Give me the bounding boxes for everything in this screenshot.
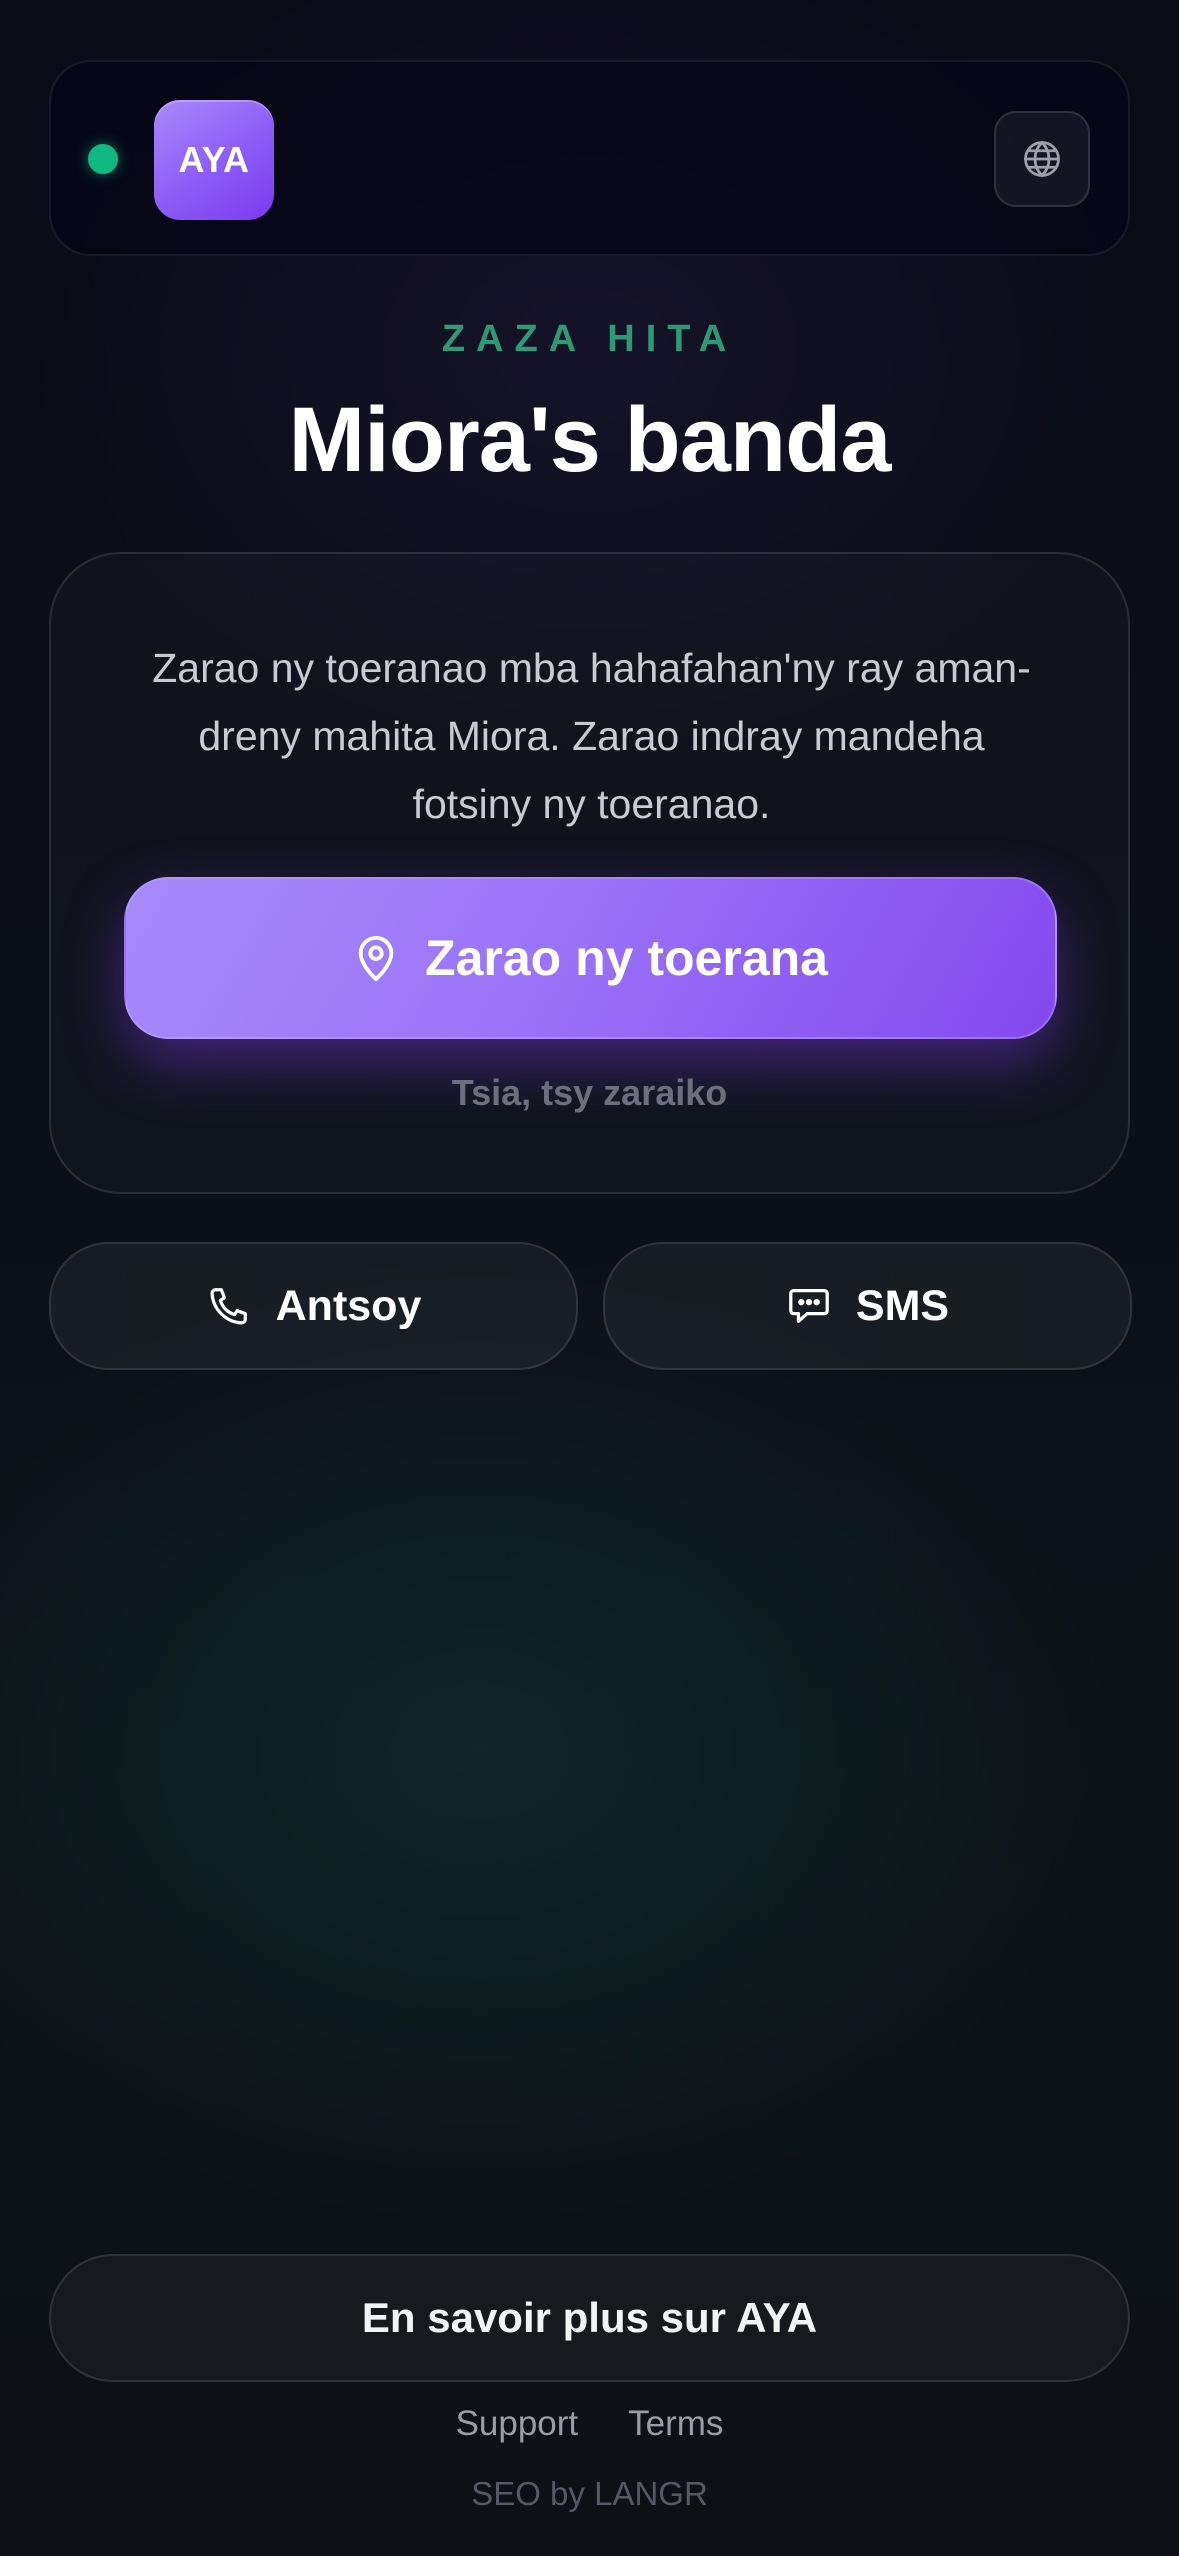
share-location-button[interactable]: Zarao ny toerana <box>124 877 1057 1039</box>
sms-button[interactable]: SMS <box>603 1242 1132 1370</box>
phone-icon <box>206 1283 252 1329</box>
terms-link[interactable]: Terms <box>628 2404 723 2444</box>
top-bar: AYA <box>49 60 1130 256</box>
share-location-card: Zarao ny toeranao mba hahafahan'ny ray a… <box>49 552 1130 1194</box>
decline-share-link[interactable]: Tsia, tsy zaraiko <box>51 1072 1128 1114</box>
globe-icon <box>1020 137 1064 181</box>
call-button[interactable]: Antsoy <box>49 1242 578 1370</box>
call-label: Antsoy <box>275 1281 422 1330</box>
aya-logo: AYA <box>154 100 274 220</box>
card-description: Zarao ny toeranao mba hahafahan'ny ray a… <box>152 645 1031 827</box>
share-location-label: Zarao ny toerana <box>425 930 828 986</box>
page-title: Miora's banda <box>288 389 892 491</box>
support-link[interactable]: Support <box>456 2404 579 2444</box>
sms-label: SMS <box>855 1281 950 1330</box>
chat-bubble-icon <box>786 1283 832 1329</box>
footer-credit: SEO by LANGR <box>471 2475 708 2512</box>
page-eyebrow: ZAZA HITA <box>441 318 738 360</box>
language-button[interactable] <box>994 111 1090 207</box>
learn-more-button[interactable]: En savoir plus sur AYA <box>49 2254 1130 2382</box>
location-pin-icon <box>353 932 399 984</box>
online-status-dot <box>88 144 118 174</box>
footer-links: Support Terms <box>0 2404 1179 2444</box>
